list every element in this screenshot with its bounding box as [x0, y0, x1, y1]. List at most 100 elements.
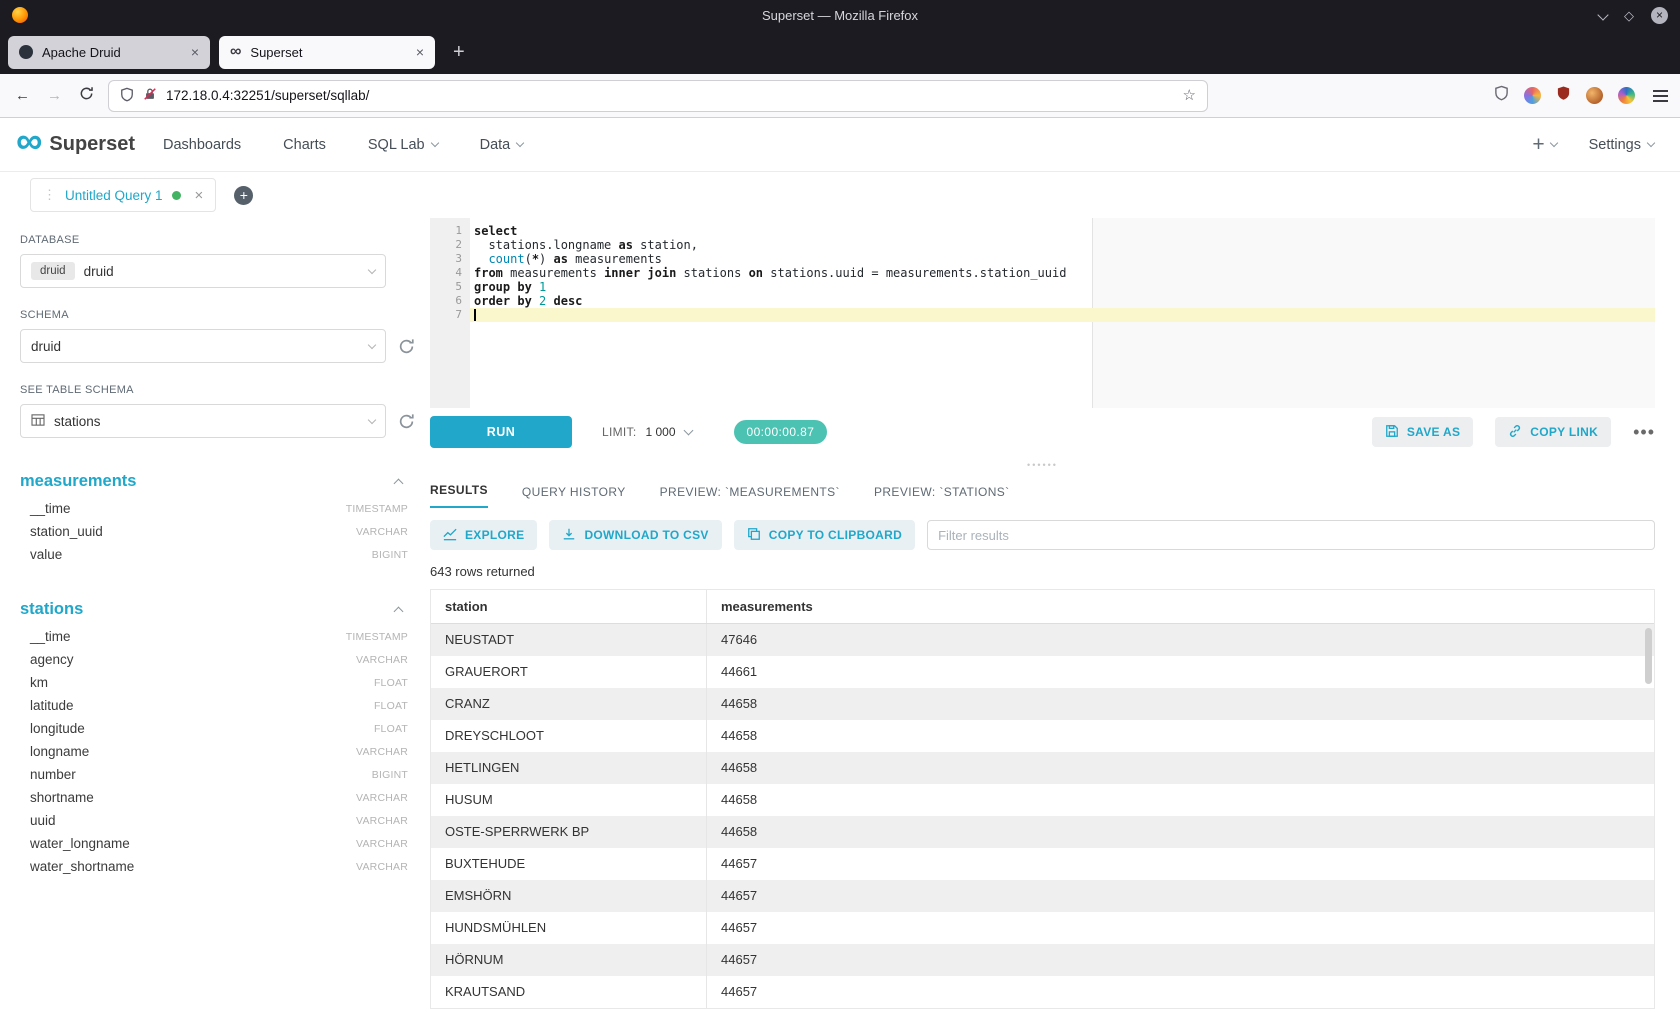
schema-table-header[interactable]: measurements [20, 472, 408, 491]
copy-to-clipboard-button[interactable]: COPY TO CLIPBOARD [734, 520, 915, 550]
refresh-schema-icon[interactable] [398, 338, 415, 355]
results-tab-preview-stations[interactable]: PREVIEW: `STATIONS` [874, 485, 1010, 508]
refresh-tables-icon[interactable] [398, 413, 415, 430]
window-controls: ◇ × [1599, 6, 1668, 24]
cell-station: HUSUM [431, 784, 707, 816]
gutter-line-number: 7 [430, 308, 462, 322]
explore-button[interactable]: EXPLORE [430, 520, 537, 550]
tab-close-icon[interactable]: × [191, 45, 199, 59]
sql-editor[interactable]: 1234567 select stations.longname as stat… [430, 218, 1655, 408]
nav-item-label: Charts [283, 137, 326, 153]
superset-navbar: ∞ Superset Dashboards Charts SQL Lab Data +… [0, 118, 1680, 172]
close-query-tab-icon[interactable]: × [195, 188, 204, 203]
download-csv-button[interactable]: DOWNLOAD TO CSV [549, 520, 721, 550]
schema-table-list: measurements__timeTIMESTAMPstation_uuidV… [20, 472, 430, 878]
browser-tab-druid[interactable]: Apache Druid × [8, 36, 210, 69]
editor-toolbar: RUN LIMIT: 1 000 00:00:00.87 SAVE AS [430, 408, 1655, 456]
schema-column-row: latitudeFLOAT [20, 694, 408, 717]
query-timer-badge: 00:00:00.87 [734, 420, 828, 444]
superset-favicon-icon: ∞ [230, 44, 241, 60]
schema-column-row: __timeTIMESTAMP [20, 625, 408, 648]
new-tab-button[interactable]: + [444, 42, 474, 62]
cell-measurements: 47646 [707, 624, 1654, 656]
column-type: VARCHAR [356, 746, 408, 758]
cell-measurements: 44658 [707, 688, 1654, 720]
see-table-schema-label: SEE TABLE SCHEMA [20, 384, 430, 396]
column-name: water_longname [30, 836, 130, 851]
more-options-icon[interactable]: ••• [1633, 422, 1655, 443]
window-titlebar: Superset — Mozilla Firefox ◇ × [0, 0, 1680, 30]
save-as-button[interactable]: SAVE AS [1372, 417, 1473, 447]
browser-tab-superset[interactable]: ∞ Superset × [219, 36, 435, 69]
nav-item-sql-lab[interactable]: SQL Lab [368, 137, 438, 153]
schema-column-row: numberBIGINT [20, 763, 408, 786]
gutter-line-number: 4 [430, 266, 462, 280]
run-button[interactable]: RUN [430, 416, 572, 448]
schema-table-section-stations: stations__timeTIMESTAMPagencyVARCHARkmFL… [20, 600, 430, 878]
shield-icon[interactable] [120, 87, 134, 105]
schema-table-section-measurements: measurements__timeTIMESTAMPstation_uuidV… [20, 472, 430, 566]
filter-results-input[interactable] [927, 520, 1655, 550]
extension-shield-icon[interactable] [1494, 85, 1509, 106]
add-new-button[interactable]: + [1532, 134, 1556, 155]
table-select[interactable]: stations [20, 404, 386, 438]
limit-dropdown[interactable]: LIMIT: 1 000 [602, 425, 692, 439]
cell-station: HUNDSMÜHLEN [431, 912, 707, 944]
column-type: FLOAT [374, 677, 408, 689]
nav-item-data[interactable]: Data [480, 137, 524, 153]
navbar-right: + Settings [1532, 134, 1664, 155]
forward-icon[interactable]: → [44, 87, 65, 104]
gutter-line-number: 3 [430, 252, 462, 266]
drag-handle-icon[interactable]: ⋮ [43, 187, 56, 203]
results-tab-results[interactable]: RESULTS [430, 483, 488, 508]
cell-station: GRAUERORT [431, 656, 707, 688]
column-type: VARCHAR [356, 792, 408, 804]
editor-code-area[interactable]: select stations.longname as station, cou… [470, 218, 1655, 408]
window-title: Superset — Mozilla Firefox [762, 8, 918, 23]
browser-url-toolbar: ← → 172.18.0.4:32251/superset/sqllab/ ☆ [0, 74, 1680, 118]
reload-icon[interactable] [76, 86, 97, 105]
column-name: latitude [30, 698, 74, 713]
column-header-station[interactable]: station [431, 590, 707, 623]
url-bar[interactable]: 172.18.0.4:32251/superset/sqllab/ ☆ [108, 80, 1208, 112]
add-query-tab-button[interactable]: + [234, 186, 253, 205]
gutter-line-number: 5 [430, 280, 462, 294]
results-tab-preview-measurements[interactable]: PREVIEW: `MEASUREMENTS` [660, 485, 840, 508]
minimize-icon[interactable] [1599, 6, 1607, 24]
scrollbar-thumb[interactable] [1645, 628, 1652, 684]
close-window-icon[interactable]: × [1651, 7, 1668, 24]
column-type: TIMESTAMP [346, 503, 408, 515]
nav-item-dashboards[interactable]: Dashboards [163, 137, 241, 153]
schema-column-row: __time TIMESTAMP [20, 497, 408, 520]
column-header-measurements[interactable]: measurements [707, 590, 1654, 623]
column-name: __time [30, 501, 71, 516]
hamburger-menu-icon[interactable] [1653, 90, 1668, 102]
superset-logo[interactable]: ∞ Superset [16, 133, 135, 156]
copy-link-button[interactable]: COPY LINK [1495, 417, 1611, 447]
cell-measurements: 44657 [707, 848, 1654, 880]
schema-select[interactable]: druid [20, 329, 386, 363]
extension-icon[interactable] [1586, 87, 1603, 104]
schema-column-row: shortnameVARCHAR [20, 786, 408, 809]
insecure-lock-icon[interactable] [143, 87, 157, 104]
query-tab[interactable]: ⋮ Untitled Query 1 × [30, 178, 216, 212]
table-row: GRAUERORT44661 [431, 656, 1654, 688]
settings-menu[interactable]: Settings [1589, 137, 1654, 153]
back-icon[interactable]: ← [12, 87, 33, 104]
maximize-icon[interactable]: ◇ [1624, 9, 1634, 22]
results-actions: EXPLORE DOWNLOAD TO CSV COPY TO CLIPBOAR… [430, 520, 1655, 550]
cell-station: BUXTEHUDE [431, 848, 707, 880]
column-name: value [30, 547, 62, 562]
nav-item-charts[interactable]: Charts [283, 137, 326, 153]
results-tab-query-history[interactable]: QUERY HISTORY [522, 485, 626, 508]
pane-divider[interactable]: •••••• [430, 456, 1655, 474]
schema-table-header[interactable]: stations [20, 600, 408, 619]
bookmark-star-icon[interactable]: ☆ [1183, 88, 1196, 103]
tab-close-icon[interactable]: × [416, 45, 424, 59]
browser-tab-bar: Apache Druid × ∞ Superset × + [0, 30, 1680, 74]
database-select[interactable]: druid druid [20, 254, 386, 288]
account-avatar-icon[interactable] [1524, 87, 1541, 104]
ublock-shield-icon[interactable] [1556, 85, 1571, 106]
pinwheel-extension-icon[interactable] [1618, 87, 1635, 104]
database-label: DATABASE [20, 234, 430, 246]
